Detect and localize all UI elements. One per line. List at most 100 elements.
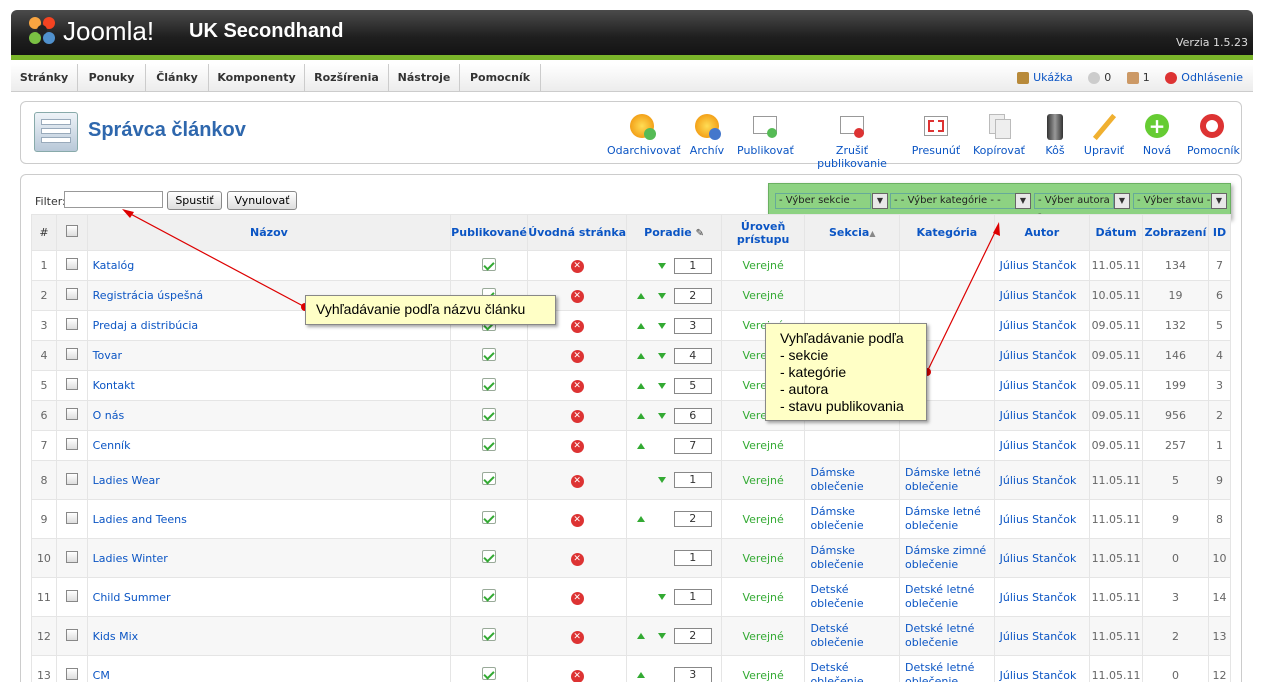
- category-link[interactable]: [899, 250, 995, 281]
- order-input[interactable]: 1: [673, 589, 712, 605]
- messages-count[interactable]: 0: [1104, 71, 1111, 84]
- published-check-icon[interactable]: [482, 347, 497, 361]
- menu-item-articles[interactable]: Články: [146, 64, 209, 91]
- not-frontpage-x-icon[interactable]: ✕: [570, 630, 584, 644]
- article-title-link[interactable]: Ladies Winter: [86, 538, 452, 578]
- col-hits[interactable]: Zobrazení: [1142, 214, 1209, 251]
- order-input[interactable]: 1: [673, 472, 712, 488]
- order-input[interactable]: 7: [673, 437, 712, 454]
- order-input[interactable]: 6: [673, 407, 712, 424]
- order-input[interactable]: 3: [673, 317, 712, 334]
- category-link[interactable]: Dámske letné oblečenie: [899, 460, 995, 500]
- move-up-icon[interactable]: [637, 382, 646, 389]
- published-check-icon[interactable]: [482, 589, 497, 602]
- author-link[interactable]: Július Stančok: [993, 616, 1091, 656]
- author-link[interactable]: Július Stančok: [993, 430, 1091, 461]
- row-checkbox[interactable]: [65, 438, 78, 450]
- move-down-icon[interactable]: [658, 352, 667, 359]
- access-link[interactable]: Verejné: [720, 460, 806, 500]
- not-frontpage-x-icon[interactable]: ✕: [570, 350, 584, 363]
- section-link[interactable]: [804, 280, 901, 311]
- move-down-icon[interactable]: [658, 594, 667, 600]
- access-link[interactable]: Verejné: [720, 616, 806, 656]
- menu-item-menus[interactable]: Ponuky: [78, 64, 146, 91]
- col-frontpage[interactable]: Úvodná stránka: [526, 214, 628, 251]
- move-up-icon[interactable]: [637, 292, 646, 299]
- col-published[interactable]: Publikované: [450, 214, 528, 251]
- access-link[interactable]: Verejné: [720, 577, 806, 617]
- author-link[interactable]: Július Stančok: [993, 577, 1091, 617]
- access-link[interactable]: Verejné: [720, 655, 806, 682]
- not-frontpage-x-icon[interactable]: ✕: [570, 474, 584, 488]
- not-frontpage-x-icon[interactable]: ✕: [570, 669, 584, 682]
- article-title-link[interactable]: Kids Mix: [86, 616, 452, 656]
- order-input[interactable]: 5: [673, 377, 712, 394]
- move-up-icon[interactable]: [637, 352, 646, 359]
- author-link[interactable]: Július Stančok: [993, 370, 1091, 401]
- move-up-icon[interactable]: [637, 516, 646, 522]
- published-check-icon[interactable]: [482, 628, 497, 641]
- col-access[interactable]: Úroveň prístupu: [720, 214, 806, 251]
- category-link[interactable]: Dámske zimné oblečenie: [899, 538, 995, 578]
- row-checkbox[interactable]: [65, 408, 78, 420]
- order-input[interactable]: 4: [673, 347, 712, 364]
- col-category[interactable]: Kategória: [899, 214, 995, 251]
- move-up-icon[interactable]: [637, 322, 646, 329]
- order-input[interactable]: 1: [673, 257, 712, 274]
- edit-button[interactable]: Upraviť: [1083, 112, 1125, 157]
- col-section[interactable]: Sekcia▲: [804, 214, 901, 251]
- row-checkbox[interactable]: [65, 258, 78, 270]
- col-date[interactable]: Dátum: [1089, 214, 1144, 251]
- not-frontpage-x-icon[interactable]: ✕: [570, 591, 584, 605]
- not-frontpage-x-icon[interactable]: ✕: [570, 513, 584, 527]
- not-frontpage-x-icon[interactable]: ✕: [570, 440, 584, 453]
- published-check-icon[interactable]: [482, 667, 497, 680]
- author-select[interactable]: - Výber autora -: [1034, 193, 1114, 220]
- not-frontpage-x-icon[interactable]: ✕: [570, 410, 584, 423]
- select-all-checkbox[interactable]: [65, 225, 78, 237]
- section-link[interactable]: Detské oblečenie: [804, 577, 901, 617]
- move-up-icon[interactable]: [637, 442, 646, 449]
- row-checkbox[interactable]: [65, 628, 78, 641]
- move-down-icon[interactable]: [658, 633, 667, 639]
- order-input[interactable]: 2: [673, 628, 712, 644]
- article-title-link[interactable]: O nás: [86, 400, 452, 431]
- col-author[interactable]: Autor: [993, 214, 1091, 251]
- access-link[interactable]: Verejné: [720, 430, 806, 461]
- not-frontpage-x-icon[interactable]: ✕: [570, 320, 584, 333]
- move-down-icon[interactable]: [658, 322, 667, 329]
- preview-link[interactable]: Ukážka: [1033, 71, 1073, 84]
- article-title-link[interactable]: CM: [86, 655, 452, 682]
- not-frontpage-x-icon[interactable]: ✕: [570, 260, 584, 273]
- author-link[interactable]: Július Stančok: [993, 400, 1091, 431]
- access-link[interactable]: Verejné: [720, 538, 806, 578]
- article-title-link[interactable]: Tovar: [86, 340, 452, 371]
- unarchive-button[interactable]: Odarchivovať: [607, 112, 681, 157]
- category-select[interactable]: - - Výber kategórie - -: [890, 193, 1026, 209]
- published-check-icon[interactable]: [482, 472, 497, 485]
- author-link[interactable]: Július Stančok: [993, 460, 1091, 500]
- article-title-link[interactable]: Kontakt: [86, 370, 452, 401]
- new-button[interactable]: + Nová: [1137, 112, 1177, 157]
- menu-item-help[interactable]: Pomocník: [460, 64, 541, 91]
- move-down-icon[interactable]: [658, 382, 667, 389]
- published-check-icon[interactable]: [482, 511, 497, 524]
- section-select[interactable]: - Výber sekcie -: [775, 193, 871, 209]
- row-checkbox[interactable]: [65, 472, 78, 485]
- access-link[interactable]: Verejné: [720, 499, 806, 539]
- not-frontpage-x-icon[interactable]: ✕: [570, 380, 584, 393]
- order-input[interactable]: 3: [673, 667, 712, 682]
- not-frontpage-x-icon[interactable]: ✕: [570, 290, 584, 303]
- copy-button[interactable]: Kopírovať: [971, 112, 1027, 157]
- col-title[interactable]: Názov: [86, 214, 452, 251]
- author-link[interactable]: Július Stančok: [993, 499, 1091, 539]
- trash-button[interactable]: Kôš: [1037, 112, 1073, 157]
- unpublish-button[interactable]: Zrušiť publikovanie: [804, 112, 900, 170]
- col-order[interactable]: Poradie ✎: [626, 214, 722, 251]
- order-input[interactable]: 2: [673, 511, 712, 527]
- chevron-down-icon[interactable]: ▼: [1015, 193, 1031, 209]
- not-frontpage-x-icon[interactable]: ✕: [570, 552, 584, 566]
- section-link[interactable]: Dámske oblečenie: [804, 538, 901, 578]
- move-down-icon[interactable]: [658, 292, 667, 299]
- publish-button[interactable]: Publikovať: [737, 112, 794, 157]
